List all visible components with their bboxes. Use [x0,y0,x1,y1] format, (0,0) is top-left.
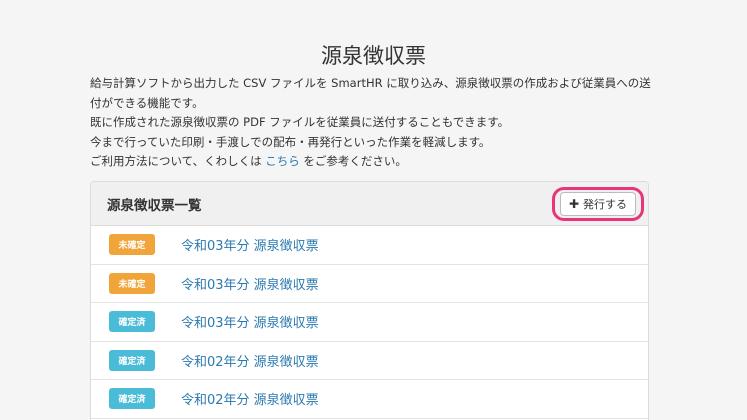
slip-link[interactable]: 令和03年分 源泉徴収票 [181,235,319,254]
slip-link[interactable]: 令和02年分 源泉徴収票 [181,389,319,408]
page: 源泉徴収票 給与計算ソフトから出力した CSV ファイルを SmartHR に取… [0,0,747,420]
slip-row: 確定済 令和02年分 源泉徴収票 [91,380,648,419]
slip-row: 確定済 令和02年分 源泉徴収票 [91,342,648,380]
description-text: ご利用方法について、くわしくは [90,154,266,168]
status-badge: 未確定 [109,272,155,294]
status-badge: 未確定 [109,234,155,256]
slip-row: 未確定 令和03年分 源泉徴収票 [91,226,648,265]
description-line: ご利用方法について、くわしくは こちら をご参考ください。 [90,152,660,172]
description-line: 今まで行っていた印刷・手渡しでの配布・再発行といった作業を軽減します。 [90,134,491,149]
status-badge: 確定済 [109,311,155,333]
issue-button-highlight: ✚ 発行する [551,186,644,221]
issue-button[interactable]: ✚ 発行する [559,191,636,216]
status-badge: 確定済 [109,349,155,371]
page-title: 源泉徴収票 [321,44,426,68]
issue-button-label: 発行する [583,197,627,211]
plus-icon: ✚ [568,196,579,211]
description-line: 既に作成された源泉徴収票の PDF ファイルを従業員に送付することもできます。 [90,115,510,129]
description-line: 給与計算ソフトから出力した CSV ファイルを SmartHR に取り込み、源泉… [90,76,651,110]
description-text: をご参考ください。 [299,154,407,168]
status-badge: 確定済 [109,388,155,410]
slip-link[interactable]: 令和03年分 源泉徴収票 [181,312,319,331]
slip-row: 未確定 令和03年分 源泉徴収票 [91,265,648,303]
help-link[interactable]: こちら [265,154,300,168]
slip-link[interactable]: 令和03年分 源泉徴収票 [181,274,319,293]
slip-list: 未確定 令和03年分 源泉徴収票 未確定 令和03年分 源泉徴収票 確定済 令和… [91,226,648,419]
panel-header: 源泉徴収票一覧 ✚ 発行する [91,182,648,226]
withholding-slip-list-panel: 源泉徴収票一覧 ✚ 発行する 未確定 令和03年分 源泉徴収票 未確定 令和03… [90,181,649,420]
panel-title: 源泉徴収票一覧 [107,197,202,214]
slip-link[interactable]: 令和02年分 源泉徴収票 [181,351,319,370]
slip-row: 確定済 令和03年分 源泉徴収票 [91,303,648,342]
page-description: 給与計算ソフトから出力した CSV ファイルを SmartHR に取り込み、源泉… [90,74,660,172]
